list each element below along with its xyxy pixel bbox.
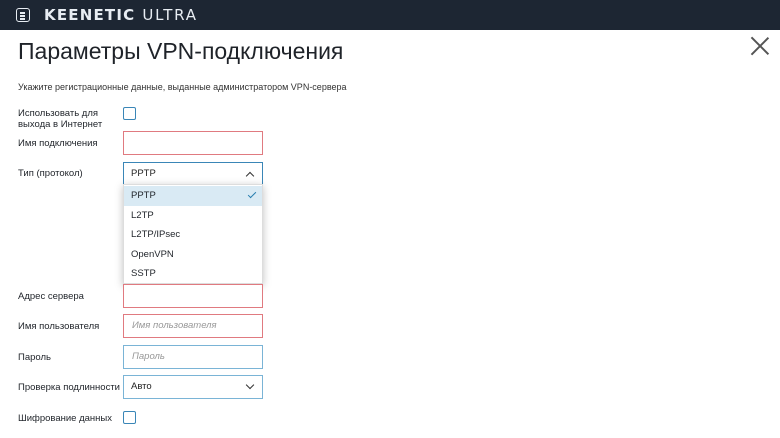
protocol-option-l2tp-ipsec[interactable]: L2TP/IPsec: [124, 225, 262, 245]
protocol-option-openvpn[interactable]: OpenVPN: [124, 245, 262, 265]
username-label: Имя пользователя: [18, 321, 100, 332]
protocol-option-pptp[interactable]: PPTP: [124, 186, 262, 206]
close-icon[interactable]: [750, 36, 770, 56]
auth-check-value: Авто: [131, 381, 152, 392]
password-placeholder: Пароль: [132, 351, 165, 362]
username-placeholder: Имя пользователя: [132, 320, 217, 331]
brand-logo: KEENETIC ULTRA: [44, 6, 198, 24]
connection-name-label: Имя подключения: [18, 138, 98, 149]
use-for-internet-label: Использовать для выхода в Интернет: [18, 108, 102, 130]
check-icon: [247, 189, 257, 199]
protocol-option-label: SSTP: [131, 268, 156, 279]
protocol-option-l2tp[interactable]: L2TP: [124, 206, 262, 226]
protocol-label: Тип (протокол): [18, 168, 83, 179]
auth-check-label: Проверка подлинности: [18, 382, 120, 393]
protocol-option-label: L2TP/IPsec: [131, 229, 181, 240]
protocol-select-value: PPTP: [131, 168, 156, 179]
brand-name: KEENETIC: [44, 6, 136, 24]
protocol-select[interactable]: PPTP: [123, 162, 263, 186]
connection-name-input[interactable]: [123, 131, 263, 155]
page-title: Параметры VPN-подключения: [18, 38, 344, 64]
protocol-option-label: L2TP: [131, 210, 154, 221]
auth-check-select[interactable]: Авто: [123, 375, 263, 399]
menu-icon[interactable]: [16, 8, 30, 22]
brand-model: ULTRA: [142, 6, 198, 24]
password-label: Пароль: [18, 352, 51, 363]
use-for-internet-checkbox[interactable]: [123, 107, 136, 120]
use-for-internet-label-line2: выхода в Интернет: [18, 119, 103, 130]
protocol-option-label: PPTP: [131, 190, 156, 201]
protocol-option-sstp[interactable]: SSTP: [124, 264, 262, 284]
chevron-up-icon: [245, 171, 255, 181]
protocol-dropdown: PPTP L2TP L2TP/IPsec OpenVPN SSTP: [123, 184, 263, 284]
protocol-option-label: OpenVPN: [131, 249, 174, 260]
chevron-down-icon: [245, 380, 255, 390]
username-input[interactable]: Имя пользователя: [123, 314, 263, 338]
server-address-input[interactable]: [123, 284, 263, 308]
form-hint: Укажите регистрационные данные, выданные…: [18, 82, 347, 92]
top-bar: KEENETIC ULTRA: [0, 0, 780, 30]
encryption-label: Шифрование данных: [18, 413, 112, 424]
use-for-internet-label-line1: Использовать для: [18, 108, 99, 119]
server-address-label: Адрес сервера: [18, 291, 84, 302]
encryption-checkbox[interactable]: [123, 411, 136, 424]
password-input[interactable]: Пароль: [123, 345, 263, 369]
